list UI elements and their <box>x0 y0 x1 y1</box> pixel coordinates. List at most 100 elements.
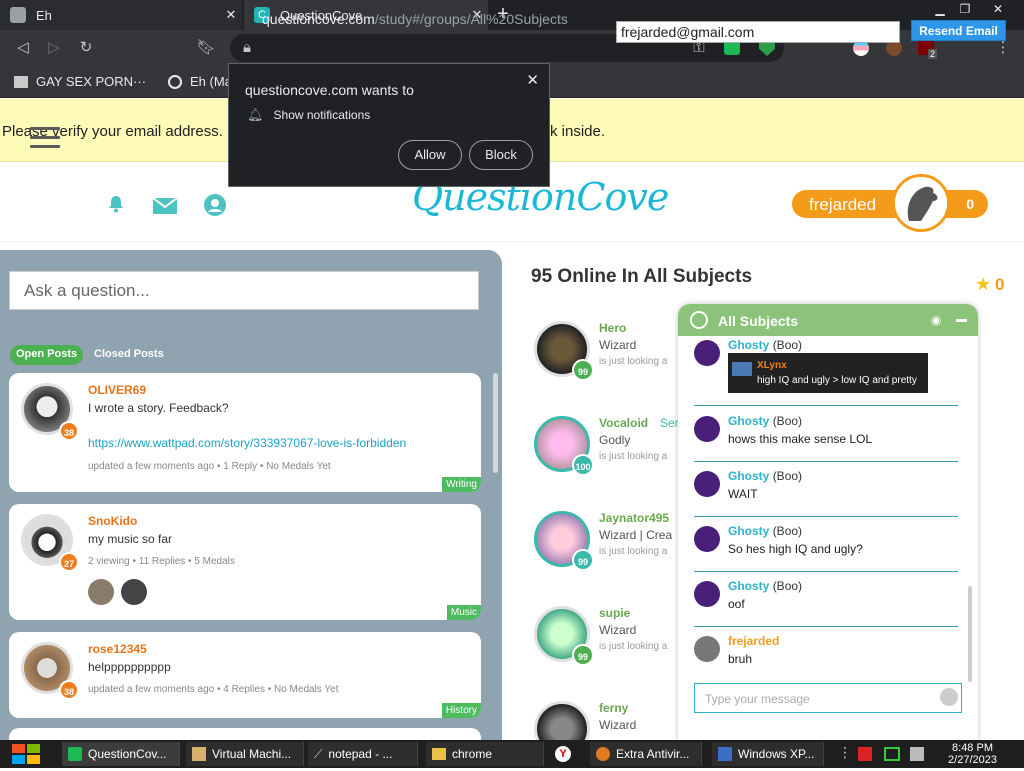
taskbar-item-chrome[interactable]: chrome <box>426 742 544 766</box>
post-card[interactable]: 27 SnoKido my music so far 2 viewing • 1… <box>9 504 481 620</box>
online-username[interactable]: Jaynator495 <box>599 511 669 525</box>
bookmark-icon <box>14 75 28 88</box>
hide-eye-icon[interactable]: ◉ <box>931 313 941 327</box>
volume-tray-icon[interactable] <box>910 747 924 761</box>
hamburger-menu-icon[interactable] <box>30 127 60 149</box>
allow-button[interactable]: Allow <box>398 140 462 170</box>
close-window-button[interactable]: ✕ <box>983 0 1013 18</box>
subject-tag[interactable]: Writing <box>442 477 481 492</box>
chat-avatar[interactable] <box>694 416 720 442</box>
chat-avatar[interactable] <box>694 581 720 607</box>
post-text[interactable]: my music so far <box>88 532 172 546</box>
chat-username: frejarded <box>728 634 780 648</box>
bookmark-item[interactable]: Eh (Ma <box>168 74 232 89</box>
level-badge: 38 <box>59 680 79 700</box>
subject-tag[interactable]: History <box>441 703 481 718</box>
post-username[interactable]: SnoKido <box>88 514 137 528</box>
chat-tag: (Boo) <box>772 469 803 483</box>
reload-icon[interactable]: ↻ <box>75 38 97 58</box>
network-tray-icon[interactable] <box>884 747 900 761</box>
chat-sender[interactable]: Ghosty (Boo) <box>728 338 802 352</box>
post-link[interactable]: https://www.wattpad.com/story/333937067-… <box>88 436 406 450</box>
popup-title: questioncove.com wants to <box>245 82 414 98</box>
messages-envelope-icon[interactable] <box>152 197 178 215</box>
windows-taskbar: QuestionCov... Virtual Machi... ⟋ notepad… <box>0 740 1024 768</box>
taskbar-item-windows-xp[interactable]: Windows XP... <box>712 742 824 766</box>
email-field[interactable]: frejarded@gmail.com <box>616 21 900 43</box>
chat-avatar[interactable] <box>694 636 720 662</box>
chat-message-input[interactable]: Type your message <box>694 683 962 713</box>
bookmark-star-icon[interactable]: 🔖︎ <box>195 38 217 58</box>
taskbar-item-notepad[interactable]: ⟋ notepad - ... <box>308 742 418 766</box>
taskbar-item-questioncove[interactable]: QuestionCov... <box>62 742 180 766</box>
chat-username: Ghosty <box>728 524 770 538</box>
chat-message: Ghosty (Boo) oof <box>694 579 958 627</box>
feed-scrollbar[interactable] <box>493 373 498 473</box>
tab-eh[interactable]: Eh ✕ <box>0 0 242 30</box>
taskbar-label: Windows XP... <box>738 747 815 761</box>
overflow-icon[interactable]: ⋮ <box>838 744 852 761</box>
taskbar-item-virtual-machine[interactable]: Virtual Machi... <box>186 742 304 766</box>
user-points-pill[interactable]: frejarded 0 <box>792 190 988 218</box>
level-badge: 38 <box>59 421 79 441</box>
chat-avatar[interactable] <box>694 526 720 552</box>
post-card[interactable]: 38 OLIVER69 I wrote a story. Feedback? h… <box>9 373 481 492</box>
flag-tray-icon[interactable] <box>858 747 872 761</box>
online-status: is just looking a <box>599 546 668 557</box>
profile-icon[interactable] <box>203 193 227 217</box>
online-status: is just looking a <box>599 451 668 462</box>
post-card[interactable]: 38 rose12345 helpppppppppp updated a few… <box>9 632 481 718</box>
notifications-bell-icon[interactable] <box>106 194 126 214</box>
start-button[interactable] <box>10 742 42 766</box>
online-rank: Wizard <box>599 718 637 732</box>
post-username[interactable]: rose12345 <box>88 642 147 656</box>
bookmark-item[interactable]: GAY SEX PORN··· <box>14 74 146 89</box>
lock-icon[interactable]: 🔒︎ <box>236 38 258 58</box>
chat-sender[interactable]: Ghosty (Boo) <box>728 414 802 428</box>
user-avatar[interactable] <box>892 174 950 232</box>
post-text[interactable]: helpppppppppp <box>88 660 171 674</box>
minimize-chat-icon[interactable] <box>956 319 967 322</box>
viewer-avatar[interactable] <box>88 579 114 605</box>
clock-time: 8:48 PM <box>952 742 993 754</box>
maximize-button[interactable]: ❐ <box>950 0 980 18</box>
notepad-icon: ⟋ <box>314 746 323 761</box>
subject-tag[interactable]: Music <box>446 605 481 620</box>
tab-close-icon[interactable]: ✕ <box>220 7 242 23</box>
chat-header[interactable]: All Subjects ◉ <box>678 304 978 336</box>
emoji-icon[interactable] <box>940 688 958 706</box>
open-posts-filter[interactable]: Open Posts <box>10 345 84 365</box>
taskbar-clock[interactable]: 8:48 PM 2/27/2023 <box>935 742 1010 766</box>
chat-message: Ghosty (Boo) WAIT <box>694 469 958 517</box>
taskbar-item-antivirus[interactable]: Extra Antivir... <box>590 742 702 766</box>
avatar[interactable] <box>534 701 590 740</box>
chat-messages: Ghosty (Boo) XLynx high IQ and ugly > lo… <box>678 336 978 682</box>
chat-sender[interactable]: Ghosty (Boo) <box>728 524 802 538</box>
back-icon[interactable]: ◁ <box>12 38 34 58</box>
ask-question-input[interactable]: Ask a question... <box>9 271 479 310</box>
online-rank: Wizard <box>599 338 637 352</box>
forward-icon[interactable]: ▷ <box>43 38 65 58</box>
viewer-avatar[interactable] <box>121 579 147 605</box>
taskbar-label: notepad - ... <box>328 747 393 761</box>
chat-sender[interactable]: Ghosty (Boo) <box>728 469 802 483</box>
online-username[interactable]: Hero <box>599 321 626 335</box>
extension-badge: 2 <box>928 49 938 59</box>
post-text[interactable]: I wrote a story. Feedback? <box>88 401 229 415</box>
chat-text: bruh <box>728 652 753 666</box>
block-button[interactable]: Block <box>469 140 533 170</box>
online-username[interactable]: ferny <box>599 701 628 715</box>
close-icon[interactable]: ✕ <box>526 71 539 89</box>
chat-sender[interactable]: frejarded <box>728 634 779 648</box>
chat-scrollbar[interactable] <box>968 586 972 682</box>
yandex-icon[interactable]: Y <box>555 746 571 762</box>
chat-username: Ghosty <box>728 338 770 352</box>
online-username[interactable]: supie <box>599 606 630 620</box>
chat-sender[interactable]: Ghosty (Boo) <box>728 579 802 593</box>
closed-posts-filter[interactable]: Closed Posts <box>94 348 164 360</box>
chat-avatar[interactable] <box>694 471 720 497</box>
resend-email-button[interactable]: Resend Email <box>911 20 1006 41</box>
post-username[interactable]: OLIVER69 <box>88 383 146 397</box>
chat-avatar[interactable] <box>694 340 720 366</box>
online-username[interactable]: Vocaloid <box>599 416 648 430</box>
